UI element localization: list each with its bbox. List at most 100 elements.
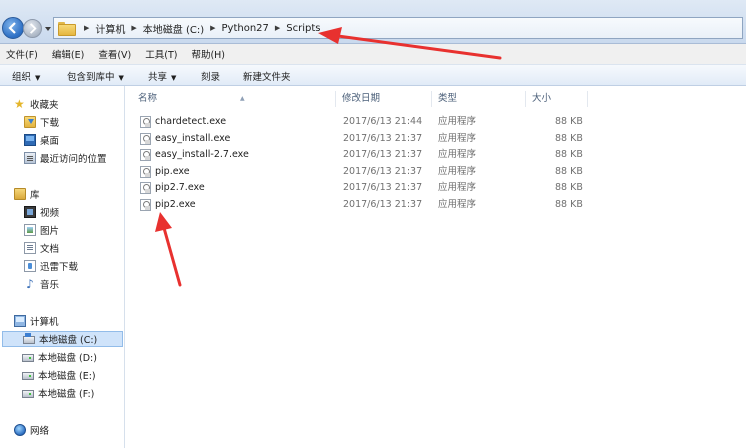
nav-item-drive-f[interactable]: 本地磁盘 (F:): [22, 385, 94, 401]
file-row[interactable]: pip.exe 2017/6/13 21:37 应用程序 88 KB: [137, 164, 597, 180]
file-type: 应用程序: [438, 116, 477, 127]
nav-item-documents[interactable]: 文档: [24, 240, 59, 256]
file-name: easy_install-2.7.exe: [155, 149, 249, 160]
file-name: pip2.7.exe: [155, 182, 205, 193]
file-modified: 2017/6/13 21:37: [343, 149, 423, 160]
file-size: 88 KB: [555, 166, 583, 177]
address-bar-area: ▶ 计算机 ▶ 本地磁盘 (C:) ▶ Python27 ▶ Scripts: [0, 0, 746, 44]
column-header-type[interactable]: 类型: [432, 91, 526, 107]
file-name: chardetect.exe: [155, 116, 227, 127]
menu-bar: 文件(F) 编辑(E) 查看(V) 工具(T) 帮助(H): [0, 44, 746, 64]
column-header-modified[interactable]: 修改日期: [336, 91, 432, 107]
nav-item-label: 本地磁盘 (F:): [38, 389, 95, 400]
menu-edit[interactable]: 编辑(E): [52, 47, 84, 61]
menu-help[interactable]: 帮助(H): [191, 47, 225, 61]
nav-libraries[interactable]: 库: [14, 186, 40, 202]
nav-item-drive-d[interactable]: 本地磁盘 (D:): [22, 349, 97, 365]
include-in-library-label: 包含到库中: [67, 72, 115, 83]
organize-button[interactable]: 组织 ▼: [12, 69, 40, 83]
video-library-icon: [24, 206, 36, 218]
nav-item-label: 文档: [40, 244, 60, 255]
executable-file-icon: [140, 182, 151, 194]
address-path-box[interactable]: ▶ 计算机 ▶ 本地磁盘 (C:) ▶ Python27 ▶ Scripts: [53, 17, 743, 39]
file-modified: 2017/6/13 21:37: [343, 133, 423, 144]
file-name: pip2.exe: [155, 199, 196, 210]
file-type: 应用程序: [438, 149, 477, 160]
breadcrumb-computer[interactable]: 计算机: [95, 21, 125, 36]
breadcrumb-scripts[interactable]: Scripts: [286, 23, 320, 34]
file-modified: 2017/6/13 21:37: [343, 182, 423, 193]
column-header-size[interactable]: 大小: [526, 91, 588, 107]
executable-file-icon: [140, 166, 151, 178]
nav-computer-label: 计算机: [30, 317, 59, 328]
executable-file-icon: [140, 149, 151, 161]
back-arrow-icon: [8, 22, 16, 34]
computer-icon: [14, 315, 26, 327]
nav-item-label: 桌面: [40, 136, 60, 147]
file-name: easy_install.exe: [155, 133, 231, 144]
system-drive-icon: [23, 333, 35, 344]
pictures-library-icon: [24, 224, 36, 236]
column-header-name[interactable]: 名称 ▲: [132, 91, 336, 107]
organize-label: 组织: [12, 72, 32, 83]
nav-item-videos[interactable]: 视频: [24, 204, 59, 220]
back-button[interactable]: [2, 17, 24, 39]
file-size: 88 KB: [555, 182, 583, 193]
new-folder-button[interactable]: 新建文件夹: [243, 69, 291, 83]
file-modified: 2017/6/13 21:44: [343, 116, 423, 127]
nav-item-label: 迅雷下载: [40, 262, 79, 273]
file-type: 应用程序: [438, 133, 477, 144]
file-size: 88 KB: [555, 133, 583, 144]
menu-tools[interactable]: 工具(T): [145, 47, 177, 61]
nav-item-music[interactable]: ♪ 音乐: [24, 276, 59, 292]
nav-item-downloads[interactable]: 下载: [24, 114, 59, 130]
chevron-right-icon[interactable]: ▶: [210, 24, 215, 32]
forward-button[interactable]: [23, 19, 42, 38]
nav-network-label: 网络: [30, 426, 50, 437]
include-in-library-button[interactable]: 包含到库中 ▼: [67, 69, 124, 83]
share-button[interactable]: 共享 ▼: [148, 69, 176, 83]
nav-item-drive-e[interactable]: 本地磁盘 (E:): [22, 367, 96, 383]
breadcrumb-python27[interactable]: Python27: [222, 23, 269, 34]
menu-file[interactable]: 文件(F): [6, 47, 38, 61]
file-row[interactable]: easy_install.exe 2017/6/13 21:37 应用程序 88…: [137, 131, 597, 147]
nav-computer[interactable]: 计算机: [14, 313, 59, 329]
chevron-down-icon: ▼: [35, 74, 41, 82]
nav-item-desktop[interactable]: 桌面: [24, 132, 59, 148]
chevron-right-icon[interactable]: ▶: [131, 24, 136, 32]
chevron-right-icon[interactable]: ▶: [84, 24, 89, 32]
nav-item-thunder-downloads[interactable]: 迅雷下载: [24, 258, 78, 274]
executable-file-icon: [140, 116, 151, 128]
breadcrumb-drive-c[interactable]: 本地磁盘 (C:): [143, 21, 204, 36]
file-row[interactable]: pip2.exe 2017/6/13 21:37 应用程序 88 KB: [137, 197, 597, 213]
file-name: pip.exe: [155, 166, 190, 177]
nav-item-pictures[interactable]: 图片: [24, 222, 59, 238]
file-row[interactable]: easy_install-2.7.exe 2017/6/13 21:37 应用程…: [137, 147, 597, 163]
file-size: 88 KB: [555, 199, 583, 210]
navigation-pane: ★ 收藏夹 下载 桌面 最近访问的位置 库 视频 图片 文档 迅雷下载 ♪ 音乐: [0, 86, 125, 448]
forward-arrow-icon: [29, 23, 37, 34]
nav-network[interactable]: 网络: [14, 422, 49, 438]
nav-item-recent-places[interactable]: 最近访问的位置: [24, 150, 107, 166]
chevron-down-icon: ▼: [171, 74, 177, 82]
file-size: 88 KB: [555, 116, 583, 127]
burn-button[interactable]: 刻录: [201, 69, 220, 83]
file-type: 应用程序: [438, 199, 477, 210]
file-modified: 2017/6/13 21:37: [343, 199, 423, 210]
menu-view[interactable]: 查看(V): [98, 47, 131, 61]
nav-item-label: 本地磁盘 (C:): [39, 335, 98, 346]
recent-places-icon: [24, 152, 36, 164]
file-size: 88 KB: [555, 149, 583, 160]
chevron-right-icon[interactable]: ▶: [275, 24, 280, 32]
desktop-icon: [24, 134, 36, 146]
nav-item-drive-c[interactable]: 本地磁盘 (C:): [2, 331, 123, 347]
nav-favorites[interactable]: ★ 收藏夹: [14, 96, 59, 112]
download-folder-icon: [24, 116, 36, 128]
sort-indicator-icon: ▲: [240, 95, 245, 102]
recent-pages-dropdown-icon[interactable]: [44, 25, 52, 33]
share-label: 共享: [148, 72, 168, 83]
file-row[interactable]: chardetect.exe 2017/6/13 21:44 应用程序 88 K…: [137, 114, 597, 130]
thunder-download-icon: [24, 260, 36, 272]
column-header-name-label: 名称: [138, 93, 158, 104]
file-row[interactable]: pip2.7.exe 2017/6/13 21:37 应用程序 88 KB: [137, 180, 597, 196]
